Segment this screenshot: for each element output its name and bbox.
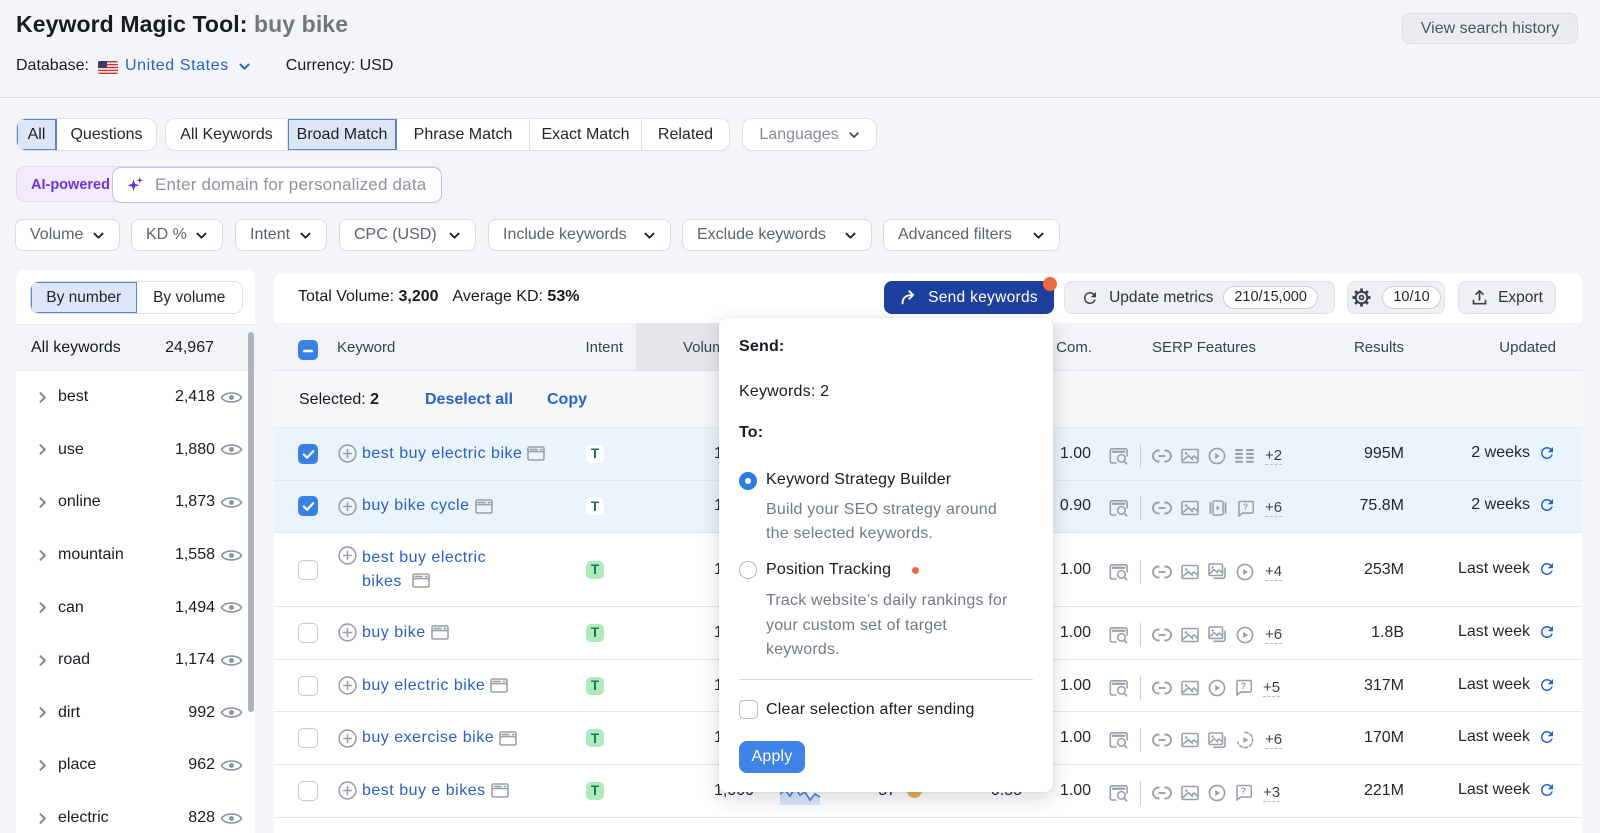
svg-text:?: ? [1241,786,1247,796]
svg-text:?: ? [1241,681,1247,691]
svg-text:?: ? [1243,502,1249,512]
